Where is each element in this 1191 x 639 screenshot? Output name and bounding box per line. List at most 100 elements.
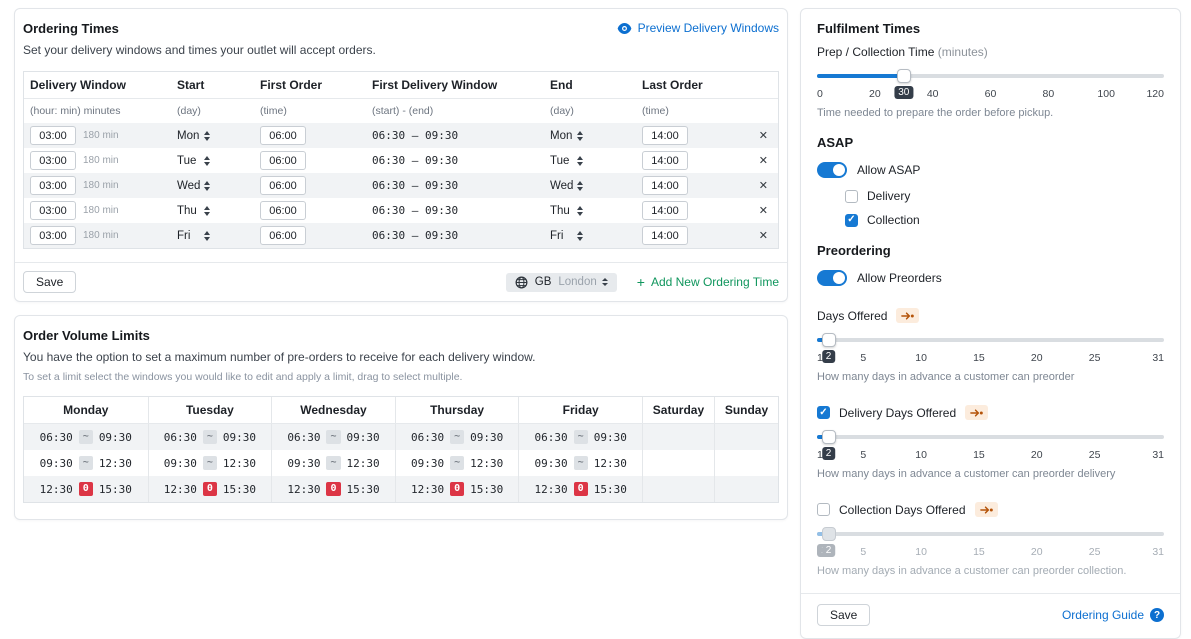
window-end-time: 09:30	[223, 431, 256, 444]
slider-handle[interactable]	[822, 333, 836, 347]
slider-track[interactable]	[817, 435, 1164, 439]
allow-asap-toggle[interactable]	[817, 162, 847, 178]
window-cell[interactable]: 12:30015:30	[518, 476, 642, 502]
remove-row-button[interactable]: ✕	[759, 204, 778, 217]
last-order-input[interactable]	[642, 126, 688, 145]
last-order-input[interactable]	[642, 226, 688, 245]
start-day-cell: Wed	[171, 180, 254, 192]
first-order-input[interactable]	[260, 151, 306, 170]
delivery-window-input[interactable]	[30, 176, 76, 195]
window-cell[interactable]: 09:30~12:30	[148, 450, 272, 476]
window-end-time: 09:30	[99, 431, 132, 444]
slider-track[interactable]	[817, 338, 1164, 342]
first-order-input[interactable]	[260, 126, 306, 145]
remove-row-button[interactable]: ✕	[759, 154, 778, 167]
end-day-select[interactable]: Mon	[550, 130, 583, 142]
window-cell[interactable]: 06:30~09:30	[518, 424, 642, 450]
sort-up-arrow	[577, 181, 583, 185]
delivery-window-input[interactable]	[30, 201, 76, 220]
end-day-select[interactable]: Fri	[550, 230, 583, 242]
end-day-cell: Wed	[544, 180, 636, 192]
collection-days-caption: How many days in advance a customer can …	[817, 565, 1164, 577]
window-cell[interactable]: 09:30~12:30	[24, 450, 148, 476]
first-delivery-window-cell: 06:30 – 09:30	[366, 229, 544, 242]
prep-time-slider[interactable]	[817, 69, 1164, 83]
start-day-select[interactable]: Thu	[177, 205, 210, 217]
last-order-input[interactable]	[642, 201, 688, 220]
ordering-guide-link[interactable]: Ordering Guide ?	[1062, 608, 1164, 622]
slider-tick: 80	[1042, 88, 1054, 100]
ordering-time-row: 180 minFri06:30 – 09:30Fri✕	[24, 223, 778, 248]
start-day-select[interactable]: Tue	[177, 155, 210, 167]
window-cell[interactable]: 06:30~09:30	[148, 424, 272, 450]
sort-down-arrow	[577, 162, 583, 166]
delivery-window-input[interactable]	[30, 226, 76, 245]
window-cell[interactable]: 09:30~12:30	[395, 450, 519, 476]
window-cell[interactable]: 12:30015:30	[395, 476, 519, 502]
slider-handle[interactable]	[897, 69, 911, 83]
region-city-select[interactable]: London	[558, 276, 607, 288]
allow-preorders-toggle[interactable]	[817, 270, 847, 286]
region-selector[interactable]: GB London	[506, 273, 617, 292]
add-ordering-time-link[interactable]: + Add New Ordering Time	[637, 275, 779, 289]
window-cell[interactable]: 06:30~09:30	[395, 424, 519, 450]
jump-to-delivery-days-icon[interactable]	[965, 405, 988, 420]
fulfilment-footer: Save Ordering Guide ?	[801, 593, 1180, 638]
window-end-time: 15:30	[594, 483, 627, 496]
last-order-input[interactable]	[642, 151, 688, 170]
preview-delivery-windows-link[interactable]: Preview Delivery Windows	[617, 21, 779, 35]
asap-delivery-checkbox[interactable]	[845, 190, 858, 203]
first-delivery-window-cell: 06:30 – 09:30	[366, 129, 544, 142]
end-day-select[interactable]: Wed	[550, 180, 583, 192]
end-day-select[interactable]: Thu	[550, 205, 583, 217]
slider-tick: 10	[915, 352, 927, 364]
window-start-time: 06:30	[287, 431, 320, 444]
first-order-cell	[254, 201, 366, 220]
remove-row-button[interactable]: ✕	[759, 179, 778, 192]
ordering-guide-label: Ordering Guide	[1062, 608, 1144, 622]
jump-to-days-icon[interactable]	[896, 308, 919, 323]
delivery-window-input[interactable]	[30, 126, 76, 145]
fulfilment-title: Fulfilment Times	[817, 21, 1164, 36]
first-order-cell	[254, 176, 366, 195]
asap-collection-checkbox[interactable]	[845, 214, 858, 227]
window-cell[interactable]: 06:30~09:30	[271, 424, 395, 450]
column-header: Last Order	[636, 78, 742, 92]
remove-row-button[interactable]: ✕	[759, 129, 778, 142]
delivery-days-checkbox[interactable]	[817, 406, 830, 419]
fulfilment-save-button[interactable]: Save	[817, 604, 870, 626]
window-cell[interactable]: 12:30015:30	[148, 476, 272, 502]
first-delivery-window-cell: 06:30 – 09:30	[366, 179, 544, 192]
sort-up-arrow	[577, 156, 583, 160]
delivery-window-input[interactable]	[30, 151, 76, 170]
first-order-input[interactable]	[260, 226, 306, 245]
start-day-select[interactable]: Mon	[177, 130, 210, 142]
slider-handle[interactable]	[822, 430, 836, 444]
delivery-days-slider[interactable]	[817, 430, 1164, 444]
remove-row-button[interactable]: ✕	[759, 229, 778, 242]
window-cell[interactable]: 12:30015:30	[24, 476, 148, 502]
window-cell[interactable]: 12:30015:30	[271, 476, 395, 502]
window-cell[interactable]: 09:30~12:30	[271, 450, 395, 476]
window-separator-badge: ~	[450, 430, 464, 444]
window-cell[interactable]: 09:30~12:30	[518, 450, 642, 476]
ordering-times-save-button[interactable]: Save	[23, 271, 76, 293]
start-day-select[interactable]: Wed	[177, 180, 210, 192]
days-offered-slider[interactable]	[817, 333, 1164, 347]
slider-track[interactable]	[817, 74, 1164, 78]
start-day-select[interactable]: Fri	[177, 230, 210, 242]
delivery-window-cell: 180 min	[24, 151, 171, 170]
sort-down-arrow	[577, 237, 583, 241]
ordering-times-header: Ordering Times Set your delivery windows…	[15, 9, 787, 71]
end-day-select[interactable]: Tue	[550, 155, 583, 167]
window-cell[interactable]: 06:30~09:30	[24, 424, 148, 450]
window-end-time: 15:30	[347, 483, 380, 496]
last-order-input[interactable]	[642, 176, 688, 195]
collection-days-checkbox[interactable]	[817, 503, 830, 516]
first-order-input[interactable]	[260, 201, 306, 220]
day-label: Wed	[550, 180, 577, 192]
end-day-cell: Thu	[544, 205, 636, 217]
column-header: First Order	[254, 78, 366, 92]
jump-to-collection-days-icon[interactable]	[975, 502, 998, 517]
first-order-input[interactable]	[260, 176, 306, 195]
